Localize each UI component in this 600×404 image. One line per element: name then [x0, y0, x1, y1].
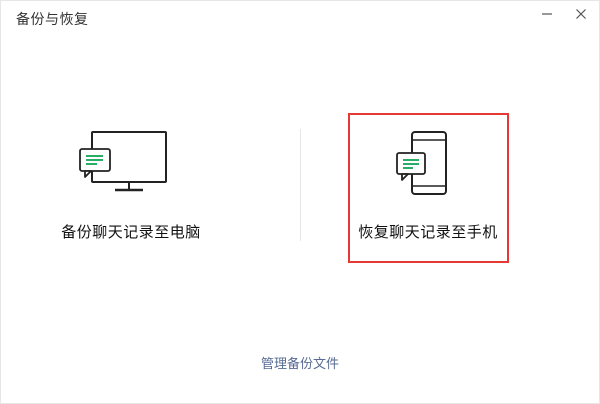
- close-button[interactable]: [571, 5, 591, 23]
- restore-to-phone-option[interactable]: 恢复聊天记录至手机: [348, 113, 508, 263]
- backup-option-label: 备份聊天记录至电脑: [61, 223, 201, 241]
- backup-to-computer-option[interactable]: 备份聊天记录至电脑: [51, 113, 211, 263]
- close-icon: [576, 9, 586, 19]
- minimize-button[interactable]: [537, 5, 557, 23]
- monitor-chat-icon: [79, 131, 167, 192]
- phone-chat-icon: [396, 131, 447, 195]
- options-divider: [300, 129, 301, 241]
- manage-backup-files-link[interactable]: 管理备份文件: [1, 353, 599, 372]
- minimize-icon: [542, 13, 552, 15]
- restore-option-label: 恢复聊天记录至手机: [358, 223, 498, 241]
- window-title: 备份与恢复: [16, 12, 89, 28]
- backup-restore-window: 备份与恢复 备份聊天记录至电脑 恢复聊天记录至手机 管理备份文件: [0, 0, 600, 404]
